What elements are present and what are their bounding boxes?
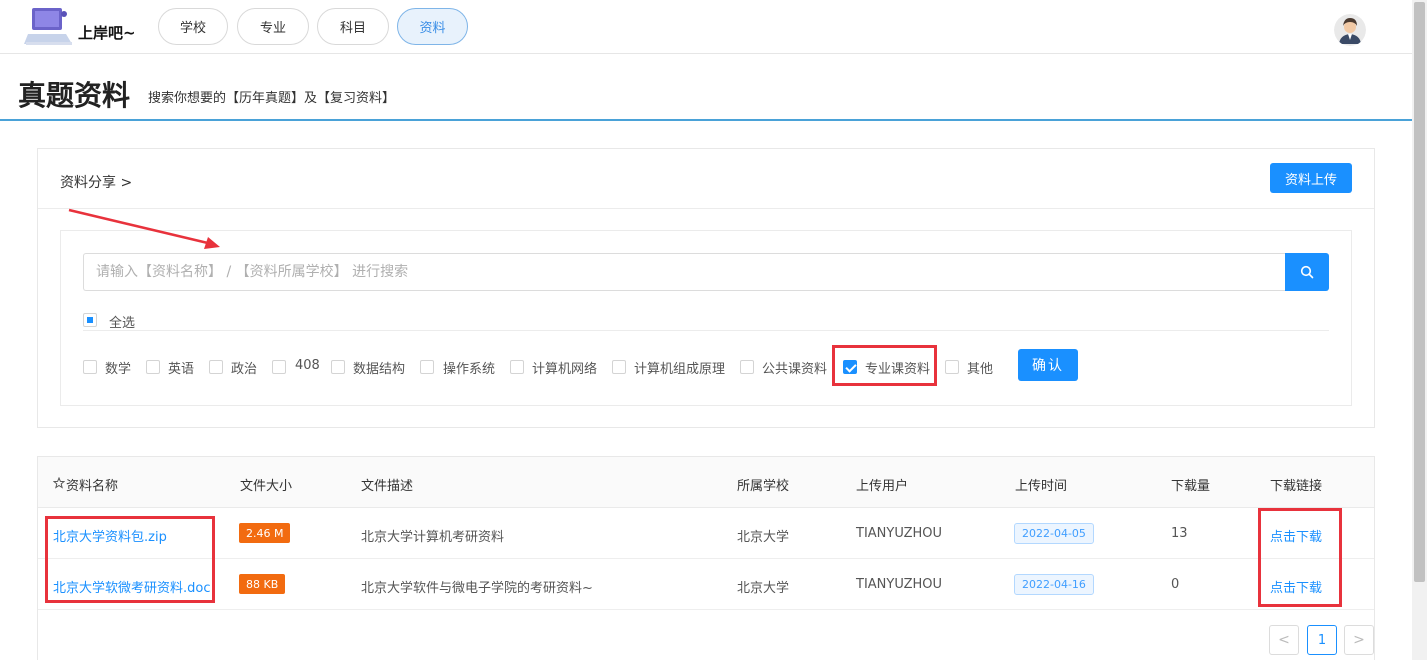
card-header: 资料分享 > 资料上传: [38, 149, 1374, 209]
materials-table: 资料名称 文件大小 文件描述 所属学校 上传用户 上传时间 下载量 下载链接 北…: [37, 456, 1375, 660]
scrollbar-thumb[interactable]: [1414, 2, 1425, 582]
category-checkbox-data-structure[interactable]: [331, 360, 345, 374]
table-row: 北京大学资料包.zip 2.46 M 北京大学计算机考研资料 北京大学 TIAN…: [38, 508, 1374, 559]
nav-subject[interactable]: 科目: [317, 8, 389, 45]
file-school: 北京大学: [737, 530, 790, 545]
category-label-408[interactable]: 408: [295, 358, 320, 373]
file-desc: 北京大学软件与微电子学院的考研资料~: [361, 581, 593, 596]
file-size-tag: 2.46 M: [239, 523, 291, 543]
file-size-tag: 88 KB: [239, 574, 286, 594]
confirm-button[interactable]: 确认: [1018, 349, 1078, 381]
search-icon: [1300, 265, 1314, 279]
nav-school[interactable]: 学校: [158, 8, 228, 45]
file-desc: 北京大学计算机考研资料: [361, 530, 505, 545]
category-label-data-structure[interactable]: 数据结构: [353, 358, 405, 377]
col-name: 资料名称: [66, 479, 119, 494]
upload-date-tag: 2022-04-16: [1014, 574, 1094, 595]
card-title: 资料分享 >: [60, 175, 133, 191]
category-label-math[interactable]: 数学: [105, 358, 131, 377]
nav-major[interactable]: 专业: [237, 8, 309, 45]
category-checkbox-english[interactable]: [146, 360, 160, 374]
prev-page-button[interactable]: <: [1269, 625, 1299, 655]
file-user: TIANYUZHOU: [856, 526, 943, 541]
col-downloads: 下载量: [1171, 479, 1211, 494]
upload-date-tag: 2022-04-05: [1014, 523, 1094, 544]
col-school: 所属学校: [737, 479, 790, 494]
page-1-button[interactable]: 1: [1307, 625, 1337, 655]
star-icon: [53, 477, 65, 489]
category-checkbox-public[interactable]: [740, 360, 754, 374]
file-user: TIANYUZHOU: [856, 577, 943, 592]
page-title: 真题资料: [18, 79, 131, 112]
category-checkbox-os[interactable]: [420, 360, 434, 374]
highlight-download-links: [1258, 508, 1342, 607]
logo-text[interactable]: 上岸吧~: [78, 22, 136, 43]
select-all-checkbox[interactable]: [83, 313, 97, 327]
title-divider: [0, 119, 1412, 121]
col-size: 文件大小: [240, 479, 293, 494]
highlight-major-category: [832, 345, 937, 386]
col-user: 上传用户: [856, 479, 909, 494]
search-input[interactable]: [83, 253, 1285, 291]
search-button[interactable]: [1285, 253, 1329, 291]
category-checkbox-organization[interactable]: [612, 360, 626, 374]
download-count: 13: [1171, 526, 1188, 541]
annotation-arrow: [68, 208, 220, 249]
col-date: 上传时间: [1015, 479, 1068, 494]
filter-panel: 全选 数学 英语 政治 408 数据结构 操作系统 计算机网络 计算机组成原理 …: [60, 230, 1352, 406]
select-all-label[interactable]: 全选: [109, 312, 135, 331]
highlight-file-names: [45, 516, 215, 603]
file-school: 北京大学: [737, 581, 790, 596]
nav-materials[interactable]: 资料: [397, 8, 468, 45]
category-label-english[interactable]: 英语: [168, 358, 194, 377]
category-label-other[interactable]: 其他: [967, 358, 993, 377]
top-navbar: 上岸吧~ 学校 专业 科目 资料: [0, 0, 1412, 54]
category-checkbox-408[interactable]: [272, 360, 286, 374]
download-count: 0: [1171, 577, 1180, 592]
category-checkbox-math[interactable]: [83, 360, 97, 374]
col-link: 下载链接: [1270, 479, 1323, 494]
category-label-public[interactable]: 公共课资料: [762, 358, 827, 377]
category-checkbox-politics[interactable]: [209, 360, 223, 374]
category-label-organization[interactable]: 计算机组成原理: [634, 358, 725, 377]
category-label-network[interactable]: 计算机网络: [532, 358, 597, 377]
category-checkbox-network[interactable]: [510, 360, 524, 374]
table-row: 北京大学软微考研资料.doc 88 KB 北京大学软件与微电子学院的考研资料~ …: [38, 559, 1374, 610]
materials-share-card: 资料分享 > 资料上传 全选 数学 英语 政治 408 数据结构 操作系统 计算…: [37, 148, 1375, 428]
table-header: 资料名称 文件大小 文件描述 所属学校 上传用户 上传时间 下载量 下载链接: [38, 457, 1374, 508]
laptop-logo-icon[interactable]: [24, 4, 76, 50]
upload-button[interactable]: 资料上传: [1270, 163, 1352, 193]
next-page-button[interactable]: >: [1344, 625, 1374, 655]
category-checkbox-other[interactable]: [945, 360, 959, 374]
select-all-row: 全选: [83, 311, 1329, 331]
col-desc: 文件描述: [361, 479, 414, 494]
page-subtitle: 搜索你想要的【历年真题】及【复习资料】: [148, 91, 396, 106]
avatar-icon[interactable]: [1334, 14, 1366, 46]
category-label-os[interactable]: 操作系统: [443, 358, 495, 377]
category-label-politics[interactable]: 政治: [231, 358, 257, 377]
